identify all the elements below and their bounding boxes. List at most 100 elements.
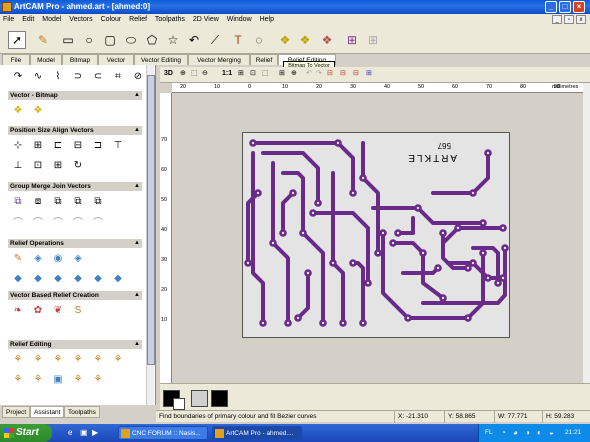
clone-icon[interactable]: ⚘ [10,372,26,386]
group-icon[interactable]: ⧉ [10,194,26,208]
pcb-drawing[interactable]: ARTKLE 567 [242,132,510,338]
join-icon[interactable]: ⧉ [70,194,86,208]
relief-shape-icon[interactable]: ◈ [30,251,46,265]
relief-mirror-icon[interactable]: ◆ [70,271,86,285]
turn-icon[interactable]: ❦ [50,303,66,317]
relief-tools-icon[interactable]: ❖ [318,31,336,49]
relief-scale-icon[interactable]: ◆ [30,271,46,285]
3d-view-button[interactable]: 3D [164,70,173,77]
vector-view-icon[interactable]: ⊕ [291,69,297,77]
section-header[interactable]: Relief Operations ▲ [8,239,142,248]
texture-relief-icon[interactable]: ▣ [50,372,66,386]
stamp-icon[interactable]: ⚘ [110,352,126,366]
colour-swatch-grey[interactable] [191,390,208,407]
close-button[interactable]: × [573,1,585,13]
collapse-arrow-icon[interactable]: ▲ [134,91,140,100]
ungroup-icon[interactable]: ⧈ [30,194,46,208]
scrollbar-thumb[interactable] [147,75,155,365]
arc-icon[interactable]: ↶ [185,31,203,49]
bitmap-to-vector-icon[interactable]: ❖ [10,103,26,117]
scale-icon[interactable]: ⊞ [30,138,46,152]
secondary-colour-swatch[interactable] [173,398,185,410]
view-scrollbar[interactable] [583,83,590,383]
feature-icon[interactable]: ⚘ [50,352,66,366]
bitmap-layer-icon[interactable]: ⊞ [366,69,372,77]
relief-layer-view-icon[interactable]: ⊟ [353,69,359,77]
tab-bitmap[interactable]: Bitmap [62,54,98,65]
tab-relief[interactable]: Relief [250,54,278,65]
rectangle-icon[interactable]: ▭ [59,31,77,49]
tray-icon[interactable]: ◔ [501,424,506,442]
tab-model[interactable]: Model [30,54,62,65]
mdi-restore-button[interactable]: ▫ [564,15,574,24]
language-indicator[interactable]: FL [485,424,493,442]
relief-fade-icon[interactable]: ◆ [90,271,106,285]
close-vector-icon[interactable]: ⌒ [10,214,26,229]
spin-icon[interactable]: ✿ [30,303,46,317]
join-tool-icon[interactable]: ⊃ [70,69,86,83]
units-label[interactable]: millimetres [552,84,578,90]
tray-icon[interactable]: ◑ [525,424,530,442]
desktop-quicklaunch-icon[interactable]: ▣ [80,428,88,437]
rounded-rectangle-icon[interactable]: ▢ [101,31,119,49]
snap-grid-icon[interactable]: ⊞ [238,69,244,77]
zoom-selection-icon[interactable]: ⬚ [262,69,269,77]
node-edit-icon[interactable]: ✎ [34,31,52,49]
menu-colour[interactable]: Colour [101,16,122,23]
zoom-all-icon[interactable]: ⊡ [250,69,256,77]
colour-layer-icon[interactable]: ⊟ [340,69,346,77]
curve-tool-icon[interactable]: ∿ [30,69,46,83]
tab-file[interactable]: File [2,54,30,65]
ellipse-icon[interactable]: ⬭ [122,31,140,49]
wax-icon[interactable]: ⚘ [30,372,46,386]
mdi-minimize-button[interactable]: _ [552,15,562,24]
relief-layer-icon[interactable]: ⚘ [90,372,106,386]
fillet-icon[interactable]: ⌒ [70,214,86,229]
line-tool-icon[interactable]: ↷ [10,69,26,83]
tray-icon[interactable]: ◒ [549,424,554,442]
menu-vectors[interactable]: Vectors [69,16,92,23]
two-rail-sweep-icon[interactable]: S [70,303,86,317]
guides-icon[interactable]: ⊞ [279,69,285,77]
polygon-icon[interactable]: ⬠ [143,31,161,49]
grid-icon[interactable]: ⊞ [343,31,361,49]
collapse-arrow-icon[interactable]: ▲ [134,340,140,349]
rotate-icon[interactable]: ↻ [70,158,86,172]
menu-2d-view[interactable]: 2D View [193,16,219,23]
relief-clipart-icon[interactable]: ⚘ [70,372,86,386]
trim-icon[interactable]: ⌒ [90,214,106,229]
section-header[interactable]: Vector - Bitmap ▲ [8,91,142,100]
section-header[interactable]: Group Merge Join Vectors ▲ [8,182,142,191]
extrude-icon[interactable]: ❧ [10,303,26,317]
tab-vector-editing[interactable]: Vector Editing [134,54,188,65]
weld-icon[interactable]: ⧉ [90,194,106,208]
panel-scrollbar[interactable] [146,65,155,405]
tray-icon[interactable]: ◐ [537,424,542,442]
zoom-1-1-button[interactable]: 1:1 [222,70,232,77]
zoom-box-icon[interactable]: ⬚ [191,69,198,77]
erase-icon[interactable]: ⚘ [70,352,86,366]
polyline-icon[interactable]: ⟋ [206,31,224,49]
bitmap-to-vector-icon[interactable]: ❖ [276,31,294,49]
transform-icon[interactable]: ⊹ [10,138,26,152]
menu-toolpaths[interactable]: Toolpaths [155,16,185,23]
deform-icon[interactable]: ⚘ [90,352,106,366]
fit-tool-icon[interactable]: ⊂ [90,69,106,83]
tab-vector[interactable]: Vector [98,54,134,65]
tab-assistant[interactable]: Assistant [30,406,65,418]
vector-tools-icon[interactable]: ❖ [296,31,314,49]
node-tool-icon[interactable]: ⌇ [50,69,66,83]
media-quicklaunch-icon[interactable]: ▶ [92,428,98,437]
split-tool-icon[interactable]: ⊘ [130,69,146,83]
section-header[interactable]: Vector Based Relief Creation ▲ [8,291,142,300]
mdi-close-button[interactable]: x [576,15,586,24]
relief-combine-icon[interactable]: ◈ [70,251,86,265]
join-vector-icon[interactable]: ⌒ [30,214,46,229]
relief-texture-icon[interactable]: ◉ [50,251,66,265]
menu-relief[interactable]: Relief [129,16,147,23]
maximize-button[interactable]: □ [559,1,571,13]
align-left-icon[interactable]: ⊏ [50,138,66,152]
circle-icon[interactable]: ○ [80,31,98,49]
align-center-icon[interactable]: ⊟ [70,138,86,152]
star-icon[interactable]: ☆ [164,31,182,49]
